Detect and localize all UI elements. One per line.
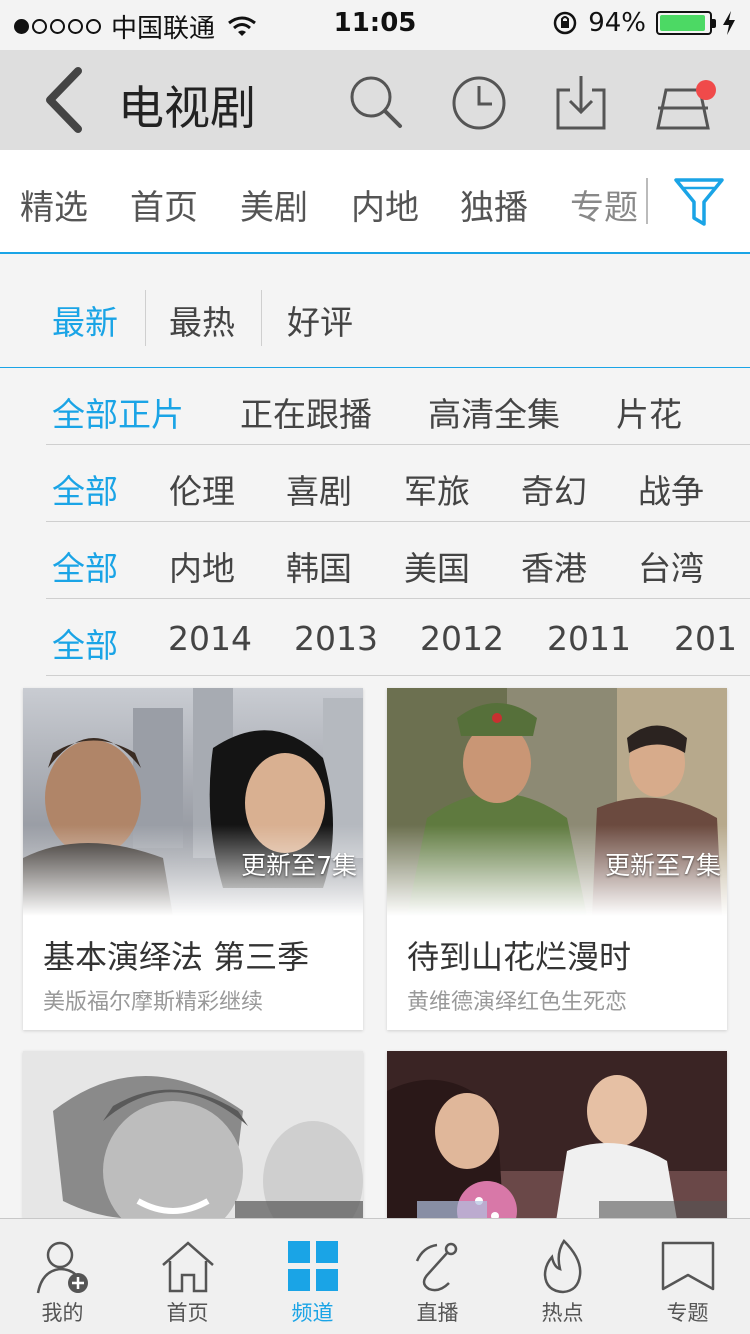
sort-row: 最新 最热 好评 <box>0 256 750 368</box>
filter-option[interactable]: 片花 <box>616 388 682 436</box>
update-badge: 更新至7集 <box>605 851 721 880</box>
download-button[interactable] <box>548 70 614 136</box>
bottom-tab-live[interactable]: 直播 <box>375 1219 500 1334</box>
filter-option[interactable]: 美国 <box>404 542 470 590</box>
history-button[interactable] <box>446 70 512 136</box>
show-card[interactable]: 更新至7集 基本演绎法 第三季 美版福尔摩斯精彩继续 <box>23 688 363 1030</box>
shopping-bag-button[interactable] <box>650 70 730 136</box>
tab-mainland[interactable]: 内地 <box>351 180 419 229</box>
flame-icon <box>543 1239 582 1294</box>
bottom-tab-mine[interactable]: 我的 <box>0 1219 125 1334</box>
live-icon <box>415 1242 458 1292</box>
tab-us-drama[interactable]: 美剧 <box>240 180 308 229</box>
show-card[interactable] <box>23 1051 363 1218</box>
sort-divider <box>145 290 146 346</box>
filter-row-region: 全部 内地 韩国 美国 香港 台湾 <box>0 522 750 599</box>
profile-add-icon <box>36 1241 88 1294</box>
nav-bar: 电视剧 <box>0 50 750 150</box>
sort-hottest[interactable]: 最热 <box>169 296 235 344</box>
category-tab-strip: 精选 首页 美剧 内地 独播 专题 <box>0 150 750 254</box>
bottom-tab-label: 我的 <box>41 1301 84 1325</box>
channel-grid-icon <box>288 1241 338 1291</box>
show-poster <box>23 1051 363 1218</box>
tab-divider <box>646 178 648 224</box>
page-title: 电视剧 <box>118 81 256 135</box>
bottom-tab-label: 直播 <box>416 1301 459 1325</box>
download-icon <box>556 76 606 130</box>
bottom-tab-bar: 我的 首页 频道 直播 热点 专题 <box>0 1218 750 1334</box>
bottom-tab-topics[interactable]: 专题 <box>625 1219 750 1334</box>
filter-row-year: 全部 2014 2013 2012 2011 201 <box>0 599 750 676</box>
battery-percent: 94% <box>588 8 646 38</box>
bottom-tab-home[interactable]: 首页 <box>125 1219 250 1334</box>
tab-featured[interactable]: 精选 <box>20 180 88 229</box>
filter-option[interactable]: 2014 <box>168 619 252 658</box>
rotation-lock-icon <box>553 11 577 35</box>
sort-top-rated[interactable]: 好评 <box>287 296 353 344</box>
filter-option[interactable]: 全部正片 <box>52 388 184 436</box>
filter-option[interactable]: 台湾 <box>638 542 704 590</box>
filter-option[interactable]: 2011 <box>547 619 631 658</box>
charging-icon <box>723 11 735 35</box>
bottom-tab-label: 热点 <box>541 1301 584 1325</box>
show-poster: 更新至7集 <box>387 688 727 916</box>
filter-option[interactable]: 韩国 <box>286 542 352 590</box>
back-icon <box>46 67 82 133</box>
search-icon <box>350 76 402 128</box>
filter-option[interactable]: 军旅 <box>404 465 470 513</box>
show-card[interactable] <box>387 1051 727 1218</box>
tab-exclusive[interactable]: 独播 <box>460 180 528 229</box>
filter-option[interactable]: 2013 <box>294 619 378 658</box>
tab-topics[interactable]: 专题 <box>570 180 644 229</box>
update-badge: 更新至7集 <box>241 851 357 880</box>
filter-option[interactable]: 正在跟播 <box>240 388 372 436</box>
filter-option[interactable]: 2012 <box>420 619 504 658</box>
show-poster <box>387 1051 727 1218</box>
filter-option[interactable]: 全部 <box>52 542 118 590</box>
search-button[interactable] <box>344 70 410 136</box>
filter-row-genre: 全部 伦理 喜剧 军旅 奇幻 战争 <box>0 445 750 522</box>
show-subtitle: 黄维德演绎红色生死恋 <box>407 990 628 1015</box>
row-divider <box>46 675 750 676</box>
show-title: 基本演绎法 第三季 <box>43 938 310 976</box>
bottom-tab-label: 首页 <box>166 1301 209 1325</box>
sort-divider <box>261 290 262 346</box>
show-card[interactable]: 更新至7集 待到山花烂漫时 黄维德演绎红色生死恋 <box>387 688 727 1030</box>
bottom-tab-channel[interactable]: 频道 <box>250 1219 375 1334</box>
filter-button[interactable] <box>672 174 726 230</box>
bottom-tab-hot[interactable]: 热点 <box>500 1219 625 1334</box>
filter-funnel-icon <box>674 178 724 226</box>
bottom-tab-label: 频道 <box>291 1301 334 1325</box>
back-button[interactable] <box>40 65 90 135</box>
filter-row-type: 全部正片 正在跟播 高清全集 片花 <box>0 368 750 445</box>
show-subtitle: 美版福尔摩斯精彩继续 <box>43 990 264 1015</box>
filter-option[interactable]: 奇幻 <box>521 465 587 513</box>
filter-option[interactable]: 全部 <box>52 619 118 667</box>
show-poster: 更新至7集 <box>23 688 363 916</box>
filter-option[interactable]: 伦理 <box>169 465 235 513</box>
tab-home[interactable]: 首页 <box>130 180 198 229</box>
history-icon <box>452 76 506 130</box>
notification-badge-dot <box>696 80 716 100</box>
show-title: 待到山花烂漫时 <box>407 938 632 976</box>
bottom-tab-label: 专题 <box>666 1301 709 1325</box>
filter-option[interactable]: 战争 <box>638 465 704 513</box>
filter-option[interactable]: 喜剧 <box>286 465 352 513</box>
filter-option[interactable]: 高清全集 <box>428 388 560 436</box>
bookmark-icon <box>661 1241 715 1291</box>
filter-option[interactable]: 201 <box>674 619 737 658</box>
home-icon <box>162 1241 214 1293</box>
filter-option[interactable]: 香港 <box>521 542 587 590</box>
battery-icon <box>656 11 716 35</box>
filter-option[interactable]: 全部 <box>52 465 118 513</box>
filter-option[interactable]: 内地 <box>169 542 235 590</box>
status-bar: 中国联通 11:05 94% <box>0 0 750 50</box>
sort-latest[interactable]: 最新 <box>52 296 118 344</box>
status-right: 94% <box>552 8 736 38</box>
